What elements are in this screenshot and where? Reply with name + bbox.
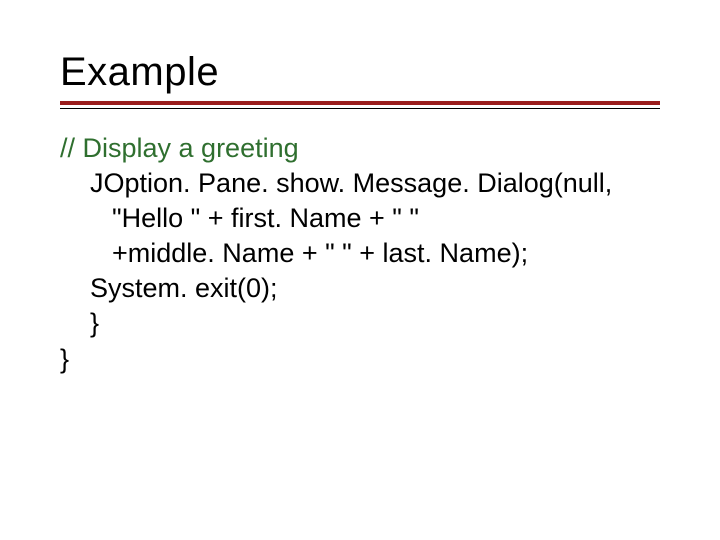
code-line: } (60, 342, 660, 377)
code-line: JOption. Pane. show. Message. Dialog(nul… (60, 166, 660, 201)
code-block: // Display a greeting JOption. Pane. sho… (60, 131, 660, 377)
slide: Example // Display a greeting JOption. P… (0, 0, 720, 540)
title-rule (60, 101, 660, 109)
code-line: +middle. Name + " " + last. Name); (60, 236, 660, 271)
rule-thin (60, 108, 660, 109)
code-line: System. exit(0); (60, 271, 660, 306)
code-comment: // Display a greeting (60, 131, 660, 166)
slide-title: Example (60, 50, 660, 95)
code-line: "Hello " + first. Name + " " (60, 201, 660, 236)
code-line: } (60, 306, 660, 341)
rule-thick (60, 101, 660, 105)
